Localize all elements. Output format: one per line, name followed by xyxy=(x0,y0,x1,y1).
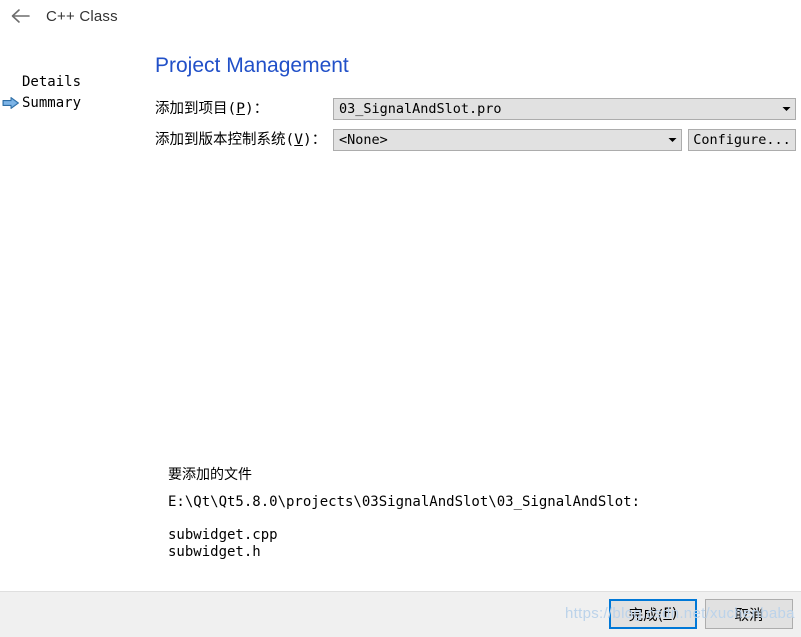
label-accelerator: P xyxy=(236,101,245,117)
button-label-suffix: ) xyxy=(671,606,678,622)
sidebar-item-label: Summary xyxy=(22,95,82,111)
combobox-value: 03_SignalAndSlot.pro xyxy=(339,101,502,117)
right-arrow-icon xyxy=(0,95,22,111)
wizard-body: Details Summary Project Management 添加到项目… xyxy=(0,32,801,591)
back-arrow-icon[interactable] xyxy=(8,3,34,29)
configure-button[interactable]: Configure... xyxy=(688,129,796,151)
label-prefix: 添加到项目( xyxy=(155,101,237,117)
finish-button[interactable]: 完成(F) xyxy=(609,599,697,629)
label-prefix: 添加到版本控制系统( xyxy=(155,132,295,148)
files-to-add-list: subwidget.cpp subwidget.h xyxy=(168,527,278,561)
add-to-project-combobox[interactable]: 03_SignalAndSlot.pro xyxy=(333,98,796,120)
sidebar-item-details[interactable]: Details xyxy=(0,72,81,92)
label-suffix: )： xyxy=(302,132,327,148)
chevron-down-icon[interactable] xyxy=(777,106,795,112)
label-accelerator: V xyxy=(294,132,303,148)
wizard-header: C++ Class xyxy=(0,0,801,32)
add-to-vcs-label: 添加到版本控制系统(V)： xyxy=(155,128,333,152)
files-to-add-heading: 要添加的文件 xyxy=(168,467,252,483)
add-to-project-label: 添加到项目(P)： xyxy=(155,97,333,121)
wizard-main-panel: Project Management 添加到项目(P)： 03_SignalAn… xyxy=(150,32,801,591)
list-item: subwidget.h xyxy=(168,544,261,560)
list-item: subwidget.cpp xyxy=(168,527,278,543)
dialog-button-bar: 完成(F) 取消 xyxy=(609,599,793,629)
files-target-path: E:\Qt\Qt5.8.0\projects\03SignalAndSlot\0… xyxy=(168,494,641,510)
cancel-button[interactable]: 取消 xyxy=(705,599,793,629)
add-to-vcs-combobox[interactable]: <None> xyxy=(333,129,682,151)
add-to-vcs-row: 添加到版本控制系统(V)： <None> Configure... xyxy=(155,128,801,152)
add-to-project-row: 添加到项目(P)： 03_SignalAndSlot.pro xyxy=(155,97,801,121)
sidebar-item-summary[interactable]: Summary xyxy=(0,93,81,113)
wizard-step-sidebar: Details Summary xyxy=(0,32,150,591)
sidebar-item-label: Details xyxy=(22,74,82,90)
page-title: Project Management xyxy=(155,54,349,77)
wizard-title: C++ Class xyxy=(46,7,118,25)
button-label-prefix: 完成( xyxy=(628,607,664,624)
button-accelerator: F xyxy=(663,606,672,622)
combobox-value: <None> xyxy=(339,132,388,148)
label-suffix: )： xyxy=(244,101,269,117)
dialog-footer: 完成(F) 取消 xyxy=(0,591,801,637)
chevron-down-icon[interactable] xyxy=(663,137,681,143)
